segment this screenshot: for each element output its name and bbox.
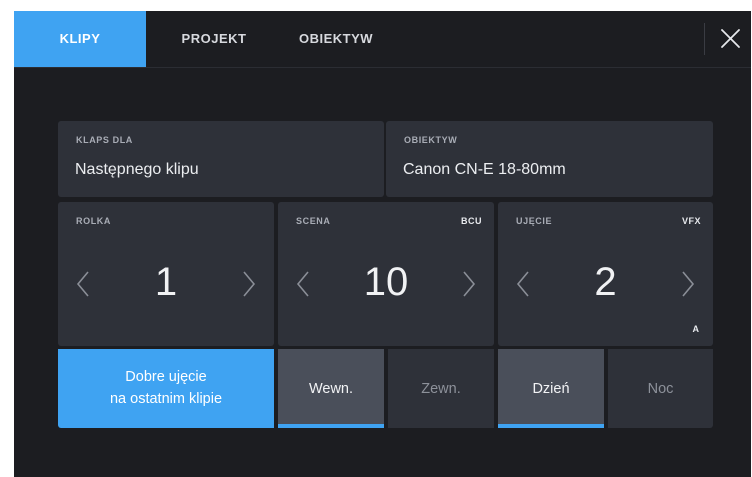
- lens-value: Canon CN-E 18-80mm: [403, 161, 566, 178]
- slate-screen: KLIPY PROJEKT OBIEKTYW KLAPS DLA Następn…: [14, 11, 751, 477]
- scene-counter: SCENA BCU 10: [278, 202, 494, 346]
- exterior-toggle[interactable]: Zewn.: [388, 349, 494, 428]
- clap-for-label: KLAPS DLA: [76, 135, 133, 145]
- interior-label: Wewn.: [308, 381, 354, 397]
- scene-increment-button[interactable]: [456, 266, 480, 302]
- day-selected-indicator: [498, 424, 604, 428]
- take-label: UJĘCIE: [516, 216, 553, 226]
- lens-field[interactable]: OBIEKTYW Canon CN-E 18-80mm: [386, 121, 713, 197]
- interior-selected-indicator: [278, 424, 384, 428]
- chevron-right-icon: [682, 271, 695, 297]
- take-tag[interactable]: VFX: [682, 216, 701, 226]
- night-label: Noc: [647, 381, 674, 397]
- take-increment-button[interactable]: [675, 266, 699, 302]
- good-take-line2: na ostatnim klipie: [109, 391, 223, 407]
- day-toggle[interactable]: Dzień: [498, 349, 604, 428]
- close-icon: [721, 29, 740, 48]
- take-counter: UJĘCIE VFX 2 A: [498, 202, 713, 346]
- reel-counter: ROLKA 1: [58, 202, 274, 346]
- scene-label: SCENA: [296, 216, 331, 226]
- tab-projekt[interactable]: PROJEKT: [174, 11, 254, 67]
- tab-obiektyw[interactable]: OBIEKTYW: [286, 11, 386, 67]
- clap-for-field[interactable]: KLAPS DLA Następnego klipu: [58, 121, 384, 197]
- clap-for-value: Następnego klipu: [75, 161, 199, 178]
- good-take-button[interactable]: Dobre ujęcie na ostatnim klipie: [58, 349, 274, 428]
- close-button[interactable]: [714, 23, 746, 55]
- lens-label: OBIEKTYW: [404, 135, 458, 145]
- night-toggle[interactable]: Noc: [608, 349, 713, 428]
- interior-toggle[interactable]: Wewn.: [278, 349, 384, 428]
- exterior-label: Zewn.: [421, 381, 461, 397]
- chevron-right-icon: [463, 271, 476, 297]
- tab-klipy[interactable]: KLIPY: [14, 11, 146, 67]
- reel-label: ROLKA: [76, 216, 111, 226]
- day-label: Dzień: [532, 381, 570, 397]
- take-sub-label: A: [692, 324, 700, 334]
- chevron-right-icon: [243, 271, 256, 297]
- tab-divider: [704, 23, 705, 55]
- good-take-line1: Dobre ujęcie: [125, 369, 207, 385]
- tab-bar: KLIPY PROJEKT OBIEKTYW: [14, 11, 751, 68]
- reel-increment-button[interactable]: [236, 266, 260, 302]
- scene-tag[interactable]: BCU: [461, 216, 482, 226]
